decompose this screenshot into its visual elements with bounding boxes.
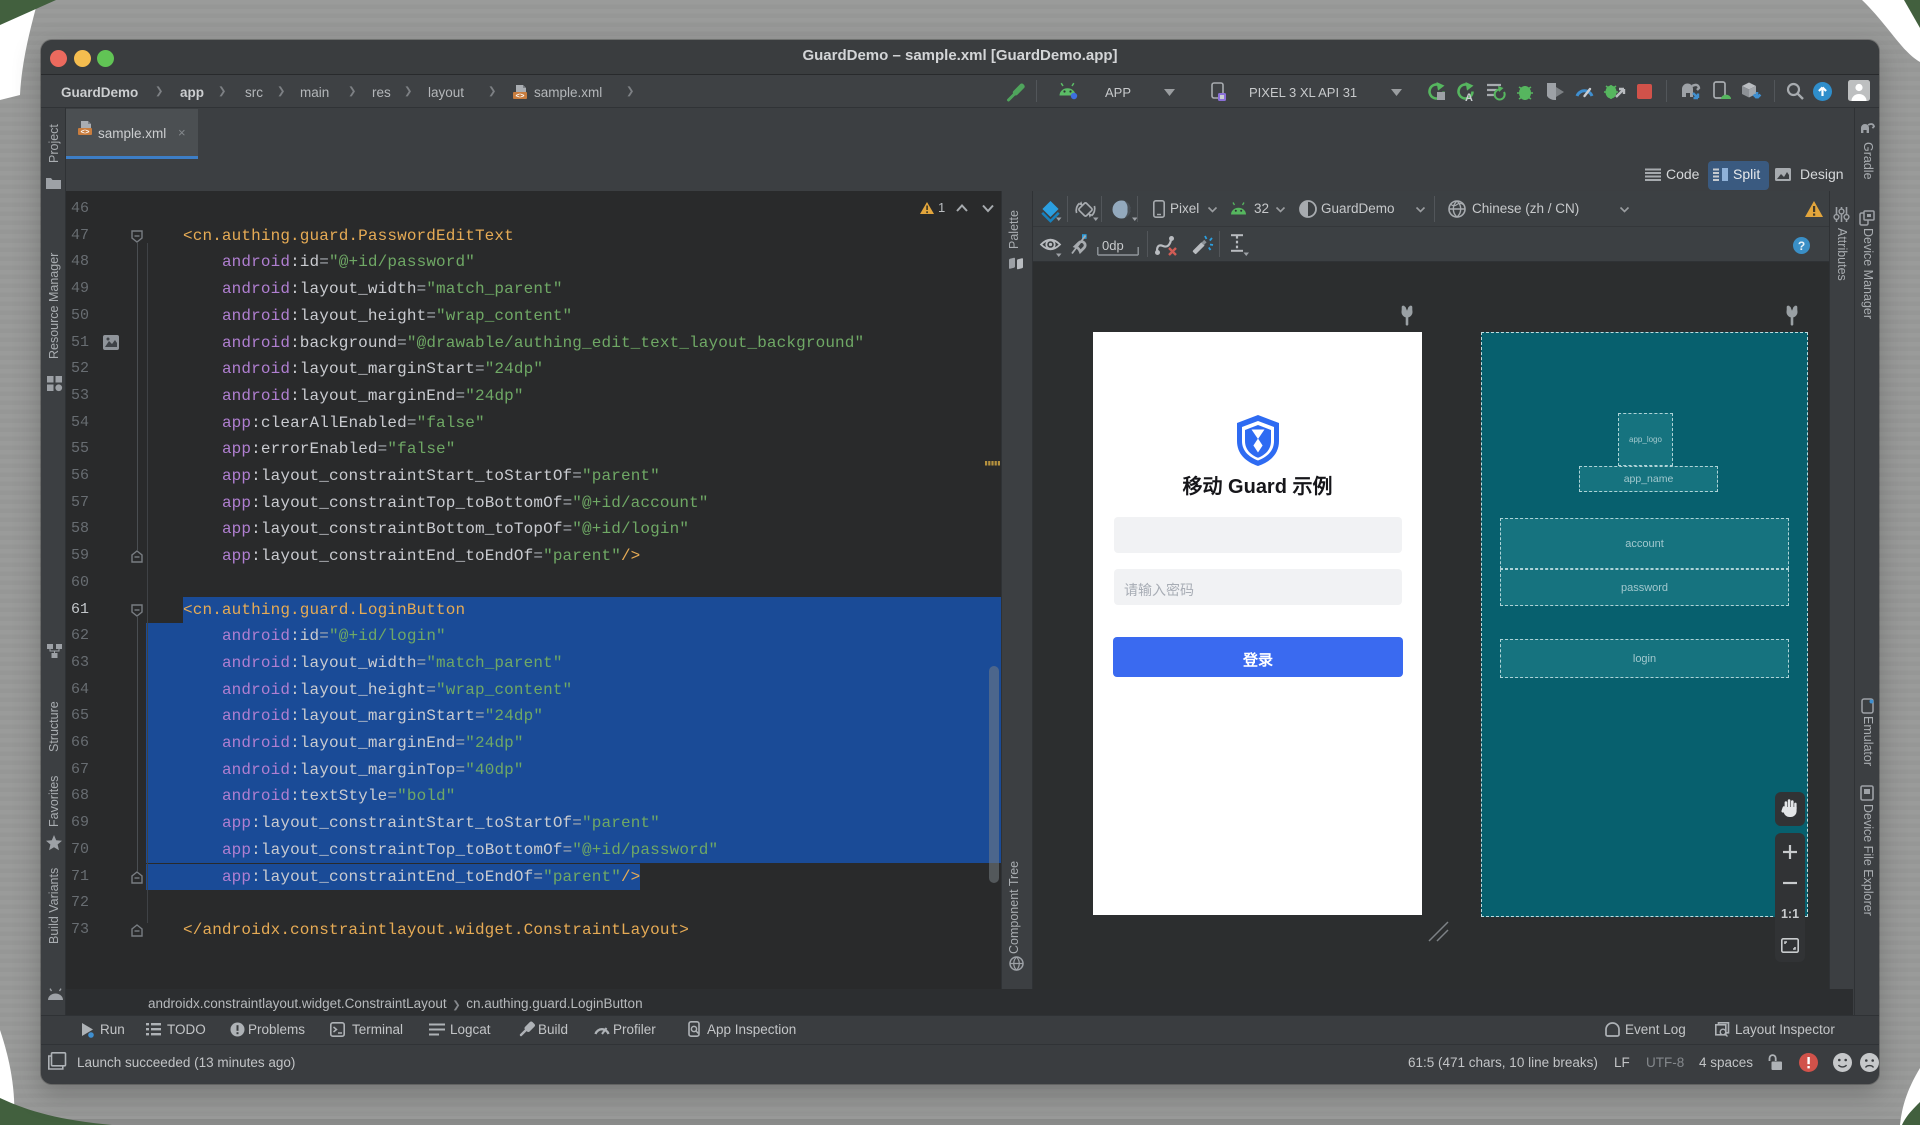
svg-text:?: ? bbox=[1798, 239, 1805, 253]
svg-text:<>: <> bbox=[80, 129, 90, 137]
svg-text:<>: <> bbox=[515, 93, 525, 101]
svg-text:A: A bbox=[1465, 92, 1473, 104]
